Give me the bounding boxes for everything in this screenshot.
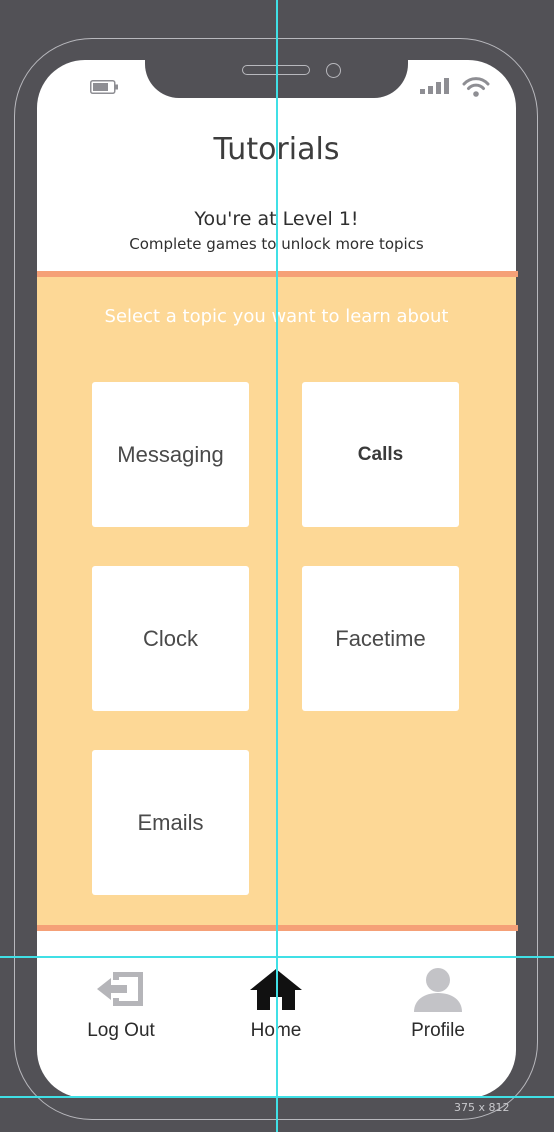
cellular-signal-icon <box>420 78 449 94</box>
nav-label-log-out: Log Out <box>87 1020 155 1041</box>
topic-tile-emails[interactable]: Emails <box>92 750 249 895</box>
topic-tile-clock[interactable]: Clock <box>92 566 249 711</box>
topic-tile-facetime[interactable]: Facetime <box>302 566 459 711</box>
nav-label-profile: Profile <box>411 1020 465 1041</box>
topic-tile-messaging[interactable]: Messaging <box>92 382 249 527</box>
nav-log-out[interactable]: Log Out <box>61 966 181 1046</box>
canvas-dimensions-label: 375 x 812 <box>454 1101 510 1114</box>
wifi-icon <box>462 77 490 97</box>
divider-bottom <box>37 925 518 931</box>
profile-icon <box>414 968 462 1012</box>
guide-line-horizontal <box>0 956 554 958</box>
front-camera-icon <box>326 63 341 78</box>
guide-line-vertical <box>276 0 278 1132</box>
topic-tile-calls[interactable]: Calls <box>302 382 459 527</box>
nav-profile[interactable]: Profile <box>378 966 498 1046</box>
guide-line-horizontal <box>0 1096 554 1098</box>
logout-icon <box>97 972 143 1006</box>
battery-icon <box>90 80 118 94</box>
